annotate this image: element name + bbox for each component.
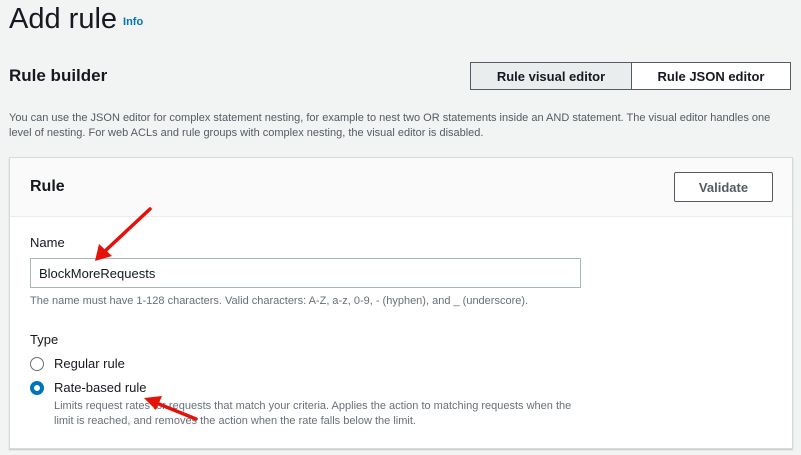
type-label: Type (30, 332, 59, 347)
rule-json-editor-tab[interactable]: Rule JSON editor (632, 62, 791, 90)
rule-panel-title: Rule (30, 178, 65, 195)
name-label: Name (30, 235, 65, 250)
rate-based-rule-description: Limits request rates for requests that m… (54, 400, 572, 427)
name-input[interactable]: BlockMoreRequests (30, 258, 581, 288)
regular-rule-radio[interactable] (30, 357, 44, 371)
rule-visual-editor-tab[interactable]: Rule visual editor (470, 62, 632, 90)
regular-rule-label[interactable]: Regular rule (54, 356, 125, 371)
rule-panel-header: Rule Validate (10, 158, 792, 217)
rate-based-rule-label[interactable]: Rate-based rule (54, 380, 147, 395)
rate-based-rule-radio[interactable] (30, 381, 44, 395)
rule-builder-description: You can use the JSON editor for complex … (9, 112, 771, 139)
rule-builder-title: Rule builder (9, 66, 108, 85)
validate-button[interactable]: Validate (674, 172, 773, 202)
page-title: Add rule Info (9, 3, 143, 36)
info-link[interactable]: Info (123, 16, 143, 28)
rule-panel: Rule Validate Name BlockMoreRequests The… (9, 157, 793, 449)
name-hint: The name must have 1-128 characters. Val… (30, 295, 529, 307)
page-title-text: Add rule (9, 3, 118, 35)
editor-mode-toggle: Rule visual editor Rule JSON editor (470, 62, 791, 90)
